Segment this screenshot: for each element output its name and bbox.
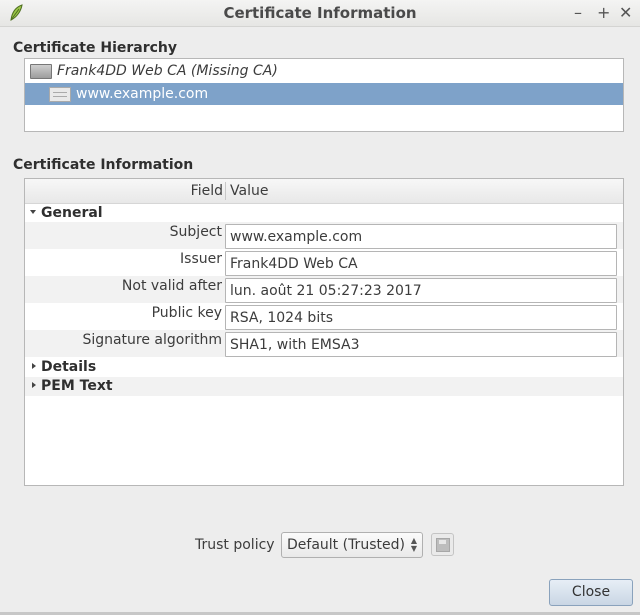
property-value-field[interactable]: www.example.com [225, 224, 617, 249]
certificate-icon [30, 64, 52, 79]
trust-policy-label: Trust policy [195, 537, 275, 553]
group-label: General [41, 205, 103, 221]
maximize-button[interactable]: + [597, 3, 610, 22]
expanded-arrow-icon[interactable] [30, 210, 36, 214]
tree-item-ca[interactable]: Frank4DD Web CA (Missing CA) [25, 60, 623, 82]
window-title: Certificate Information [223, 4, 417, 22]
property-value-field[interactable]: RSA, 1024 bits [225, 305, 617, 330]
minimize-button[interactable]: – [574, 3, 582, 22]
close-button[interactable]: Close [549, 579, 633, 606]
info-header: Field Value [25, 179, 623, 204]
property-label: Subject [169, 224, 222, 240]
property-value-field[interactable]: SHA1, with EMSA3 [225, 332, 617, 357]
save-disk-icon [436, 538, 450, 552]
close-window-button[interactable]: ✕ [619, 3, 632, 22]
hierarchy-tree[interactable]: Frank4DD Web CA (Missing CA) www.example… [24, 58, 624, 132]
property-value-field[interactable]: Frank4DD Web CA [225, 251, 617, 276]
column-separator [225, 182, 226, 200]
property-value: lun. août 21 05:27:23 2017 [230, 283, 422, 299]
column-value[interactable]: Value [230, 183, 268, 199]
trust-policy-value: Default (Trusted) [287, 537, 405, 553]
group-general[interactable]: General [25, 204, 623, 223]
group-pem[interactable]: PEM Text [25, 377, 623, 396]
trust-policy-select[interactable]: Default (Trusted) ▲ ▼ [281, 532, 423, 558]
property-label: Public key [151, 305, 222, 321]
collapsed-arrow-icon[interactable] [32, 382, 36, 388]
property-row: Issuer Frank4DD Web CA [25, 249, 623, 276]
group-label: Details [41, 359, 97, 375]
property-row: Signature algorithm SHA1, with EMSA3 [25, 330, 623, 357]
tree-item-label: Frank4DD Web CA (Missing CA) [57, 63, 278, 79]
certificate-icon [49, 87, 71, 102]
group-details[interactable]: Details [25, 358, 623, 377]
property-value: Frank4DD Web CA [230, 256, 358, 272]
hierarchy-heading: Certificate Hierarchy [13, 40, 178, 56]
property-value-field[interactable]: lun. août 21 05:27:23 2017 [225, 278, 617, 303]
spin-arrows-icon: ▲ ▼ [410, 536, 417, 553]
collapsed-arrow-icon[interactable] [32, 363, 36, 369]
property-row: Subject www.example.com [25, 222, 623, 249]
close-button-label: Close [571, 584, 611, 600]
property-row: Public key RSA, 1024 bits [25, 303, 623, 330]
title-bar: Certificate Information – + ✕ [0, 0, 640, 27]
tree-item-label: www.example.com [76, 86, 209, 102]
property-label: Not valid after [121, 278, 222, 294]
property-value: SHA1, with EMSA3 [230, 337, 360, 353]
info-tree[interactable]: Field Value General Subject www.example.… [24, 178, 624, 486]
property-value: www.example.com [230, 229, 363, 245]
property-label: Issuer [180, 251, 222, 267]
group-label: PEM Text [41, 378, 113, 394]
property-label: Signature algorithm [82, 332, 222, 348]
property-row: Not valid after lun. août 21 05:27:23 20… [25, 276, 623, 303]
tree-item-site[interactable]: www.example.com [25, 83, 623, 105]
property-value: RSA, 1024 bits [230, 310, 333, 326]
info-heading: Certificate Information [13, 157, 194, 173]
column-field[interactable]: Field [25, 183, 223, 199]
save-trust-button[interactable] [431, 533, 454, 556]
